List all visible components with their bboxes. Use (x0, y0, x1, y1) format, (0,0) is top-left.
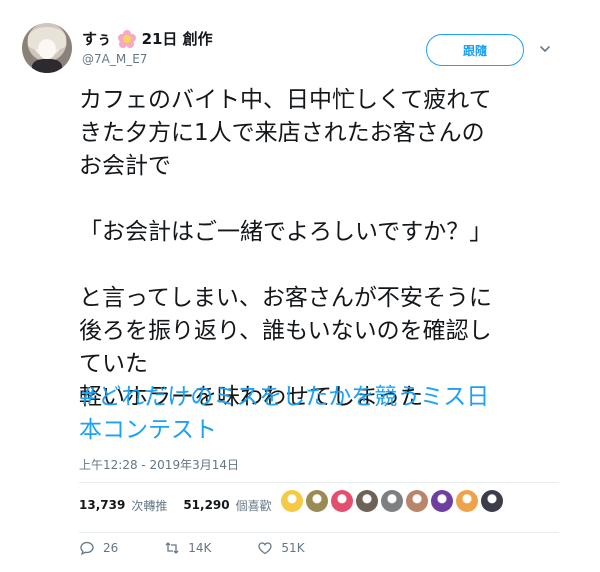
chevron-down-icon[interactable] (538, 42, 552, 56)
like-action-count: 51K (281, 541, 305, 555)
author-avatar[interactable] (22, 23, 72, 73)
cherry-blossom-icon (117, 29, 136, 48)
retweet-count-label[interactable]: 次轉推 (131, 497, 167, 514)
retweet-action-count: 14K (188, 541, 212, 555)
divider (79, 532, 559, 533)
reply-count: 26 (103, 541, 119, 555)
lips-avatar[interactable] (331, 490, 353, 512)
emoji-face-avatar[interactable] (281, 490, 303, 512)
mask-avatar[interactable] (356, 490, 378, 512)
tweet-stats: 13,739 次轉推 51,290 個喜歡 (79, 492, 282, 518)
avatar-face (38, 39, 56, 59)
dark-character-avatar[interactable] (481, 490, 503, 512)
purple-avatar[interactable] (431, 490, 453, 512)
author-handle[interactable]: @7A_M_E7 (82, 52, 147, 66)
follow-button[interactable]: 跟隨 (426, 34, 524, 66)
retweet-icon (165, 542, 179, 554)
brown-hair-avatar[interactable] (406, 490, 428, 512)
author-name[interactable]: すぅ (82, 28, 112, 49)
heart-icon (258, 542, 273, 555)
reply-icon (80, 541, 94, 556)
author-name-row[interactable]: すぅ 21日 創作 (82, 28, 213, 49)
avatar-body (32, 59, 62, 73)
like-button[interactable]: 51K (257, 540, 305, 556)
retweet-count[interactable]: 13,739 (79, 498, 125, 512)
orange-hair-avatar[interactable] (456, 490, 478, 512)
like-count-label[interactable]: 個喜歡 (236, 497, 272, 514)
bird-avatar[interactable] (381, 490, 403, 512)
author-name-suffix[interactable]: 21日 創作 (142, 28, 213, 49)
hashtag-link[interactable]: #どれだけのミスをしたかを競うミス日 本コンテスト (79, 381, 559, 447)
retweet-button[interactable]: 14K (164, 540, 211, 556)
tweet-actions: 26 14K 51K (79, 540, 351, 556)
tweet-timestamp[interactable]: 上午12:28 - 2019年3月14日 (79, 456, 239, 473)
divider (79, 482, 559, 483)
like-count[interactable]: 51,290 (183, 498, 229, 512)
tweet-text: カフェのバイト中、日中忙しくて疲れて きた夕方に1人で来店されたお客さんの お会… (79, 87, 493, 410)
reply-button[interactable]: 26 (79, 540, 118, 556)
plant-avatar[interactable] (306, 490, 328, 512)
liker-avatars (281, 490, 503, 512)
